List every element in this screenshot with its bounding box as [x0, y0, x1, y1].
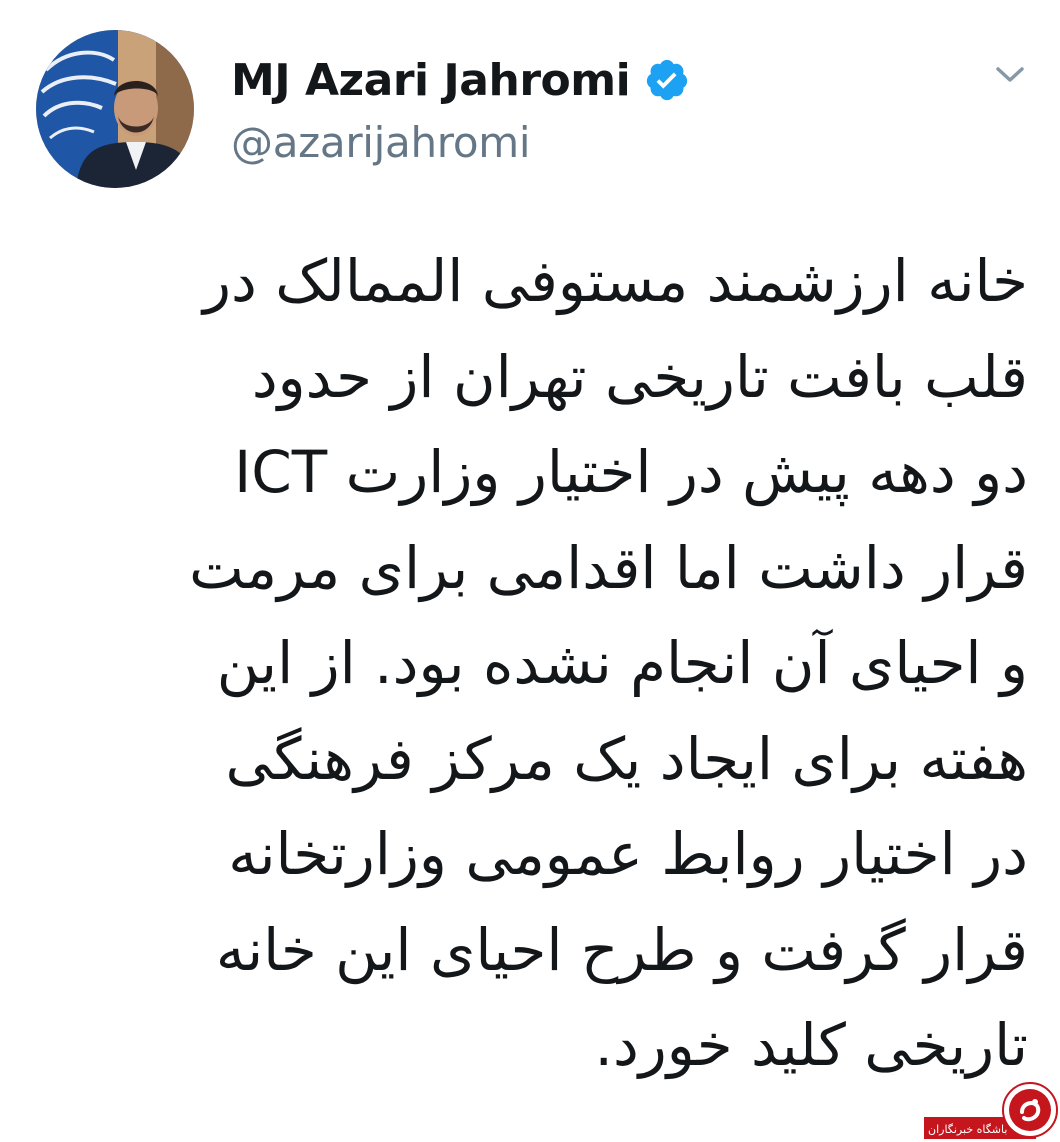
watermark-logo-icon — [1002, 1082, 1058, 1138]
tweet-text-line: در اختیار روابط عمومی وزارتخانه — [228, 820, 1028, 888]
watermark: باشگاه خبرنگاران — [924, 1082, 1060, 1139]
tweet-text-line: خانه ارزشمند مستوفی الممالک در — [203, 247, 1028, 315]
watermark-text: باشگاه خبرنگاران — [928, 1123, 1008, 1136]
tweet-text-line: تاریخی کلید خورد. — [594, 1011, 1028, 1079]
chevron-down-icon[interactable] — [990, 62, 1030, 88]
tweet-text: خانه ارزشمند مستوفی الممالک در قلب بافت … — [50, 234, 1028, 1094]
tweet-text-line: و احیای آن انجام نشده بود. از این — [216, 629, 1028, 697]
author-display-name[interactable]: MJ Azari Jahromi — [231, 55, 631, 106]
author-name-row[interactable]: MJ Azari Jahromi — [231, 50, 690, 110]
tweet-text-line: قرار داشت اما اقدامی برای مرمت — [189, 533, 1028, 602]
author-handle[interactable]: @azarijahromi — [231, 118, 531, 167]
tweet-card: MJ Azari Jahromi @azarijahromi خانه ارزش… — [0, 0, 1060, 1139]
tweet-text-line: قلب بافت تاریخی تهران از حدود — [251, 342, 1028, 411]
tweet-text-line: دو دهه پیش در اختیار وزارت ICT — [234, 438, 1028, 506]
tweet-text-line: هفته برای ایجاد یک مرکز فرهنگی — [225, 724, 1028, 793]
tweet-text-line: قرار گرفت و طرح احیای این خانه — [215, 915, 1028, 984]
verified-badge-icon — [644, 57, 690, 103]
profile-avatar[interactable] — [36, 30, 194, 188]
